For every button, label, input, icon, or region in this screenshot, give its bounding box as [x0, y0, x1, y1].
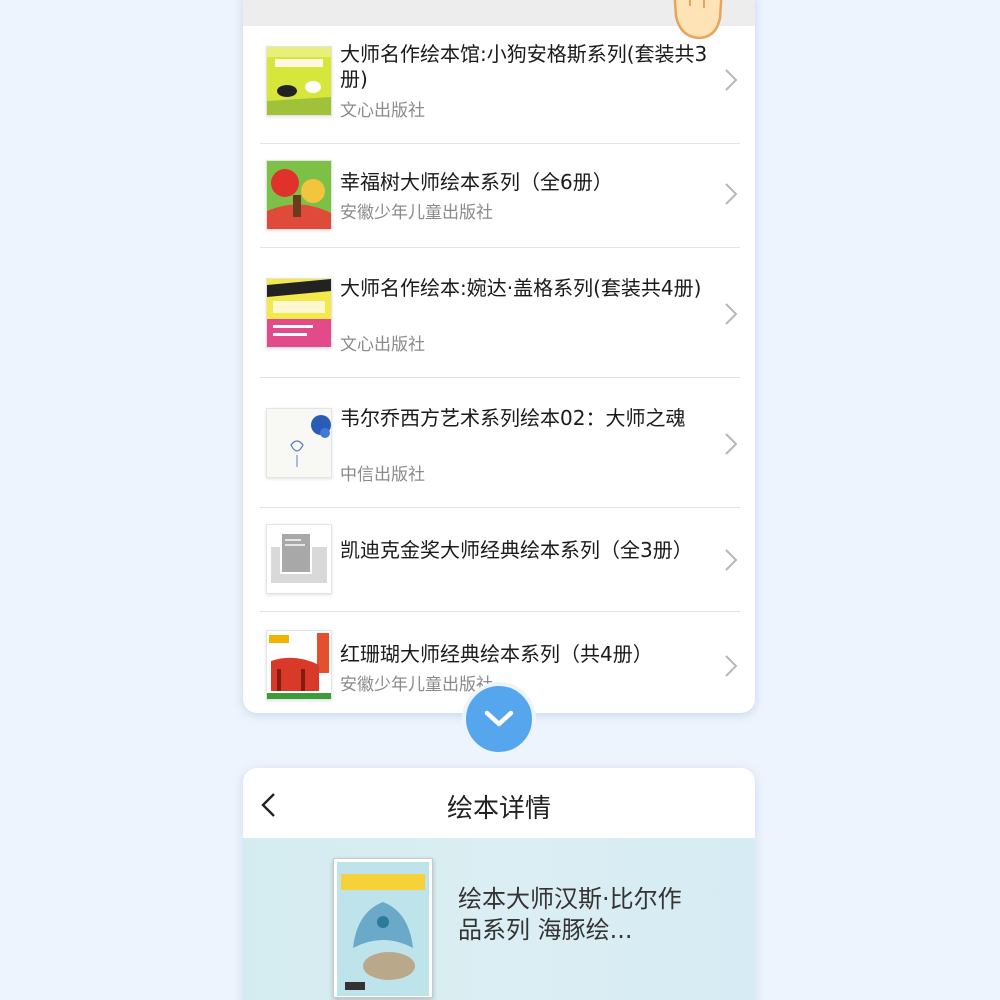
book-list: 大师名作绘本馆:小狗安格斯系列(套装共3册) 文心出版社 幸福树大师绘本系列（全…	[260, 26, 740, 712]
detail-book-cover[interactable]	[333, 858, 433, 998]
book-list-item[interactable]: 大师名作绘本:婉达·盖格系列(套装共4册) 文心出版社	[260, 248, 740, 378]
book-list-item[interactable]: 幸福树大师绘本系列（全6册） 安徽少年儿童出版社	[260, 144, 740, 248]
detail-body: 绘本大师汉斯·比尔作品系列 海豚绘...	[243, 838, 755, 1000]
book-placeholder-cover	[266, 524, 332, 594]
chevron-right-icon	[725, 655, 738, 677]
detail-book-title: 绘本大师汉斯·比尔作品系列 海豚绘...	[458, 885, 682, 944]
book-publisher: 安徽少年儿童出版社	[340, 203, 493, 223]
book-list-item[interactable]: 大师名作绘本馆:小狗安格斯系列(套装共3册) 文心出版社	[260, 26, 740, 144]
book-title: 红珊瑚大师经典绘本系列（共4册）	[340, 642, 653, 666]
chevron-right-icon	[725, 303, 738, 325]
book-publisher: 中信出版社	[340, 465, 425, 485]
expand-more-button[interactable]	[462, 682, 536, 756]
book-publisher: 文心出版社	[340, 101, 425, 121]
book-title: 大师名作绘本馆:小狗安格斯系列(套装共3册)	[340, 42, 708, 91]
chevron-right-icon	[725, 183, 738, 205]
book-list-item[interactable]: 凯迪克金奖大师经典绘本系列（全3册）	[260, 508, 740, 612]
book-detail-card: 绘本详情 绘本大师汉斯·比尔作品系列 海豚绘...	[243, 768, 755, 1000]
book-cover	[266, 46, 332, 116]
book-title: 韦尔乔西方艺术系列绘本02：大师之魂	[340, 406, 686, 430]
book-publisher: 安徽少年儿童出版社	[340, 675, 493, 695]
chevron-right-icon	[725, 433, 738, 455]
book-list-item[interactable]: 韦尔乔西方艺术系列绘本02：大师之魂 中信出版社	[260, 378, 740, 508]
book-cover	[266, 160, 332, 230]
chevron-right-icon	[725, 69, 738, 91]
chevron-down-icon	[484, 710, 514, 727]
chevron-right-icon	[725, 549, 738, 571]
book-cover	[266, 630, 332, 700]
book-title: 大师名作绘本:婉达·盖格系列(套装共4册)	[340, 276, 702, 300]
detail-header: 绘本详情	[243, 768, 755, 838]
book-publisher: 文心出版社	[340, 335, 425, 355]
book-title: 幸福树大师绘本系列（全6册）	[340, 170, 613, 194]
book-cover	[266, 408, 332, 478]
book-list-card: 大师名作绘本馆:小狗安格斯系列(套装共3册) 文心出版社 幸福树大师绘本系列（全…	[243, 0, 755, 713]
book-cover	[266, 278, 332, 348]
page-title: 绘本详情	[446, 794, 551, 824]
book-title: 凯迪克金奖大师经典绘本系列（全3册）	[340, 538, 693, 562]
